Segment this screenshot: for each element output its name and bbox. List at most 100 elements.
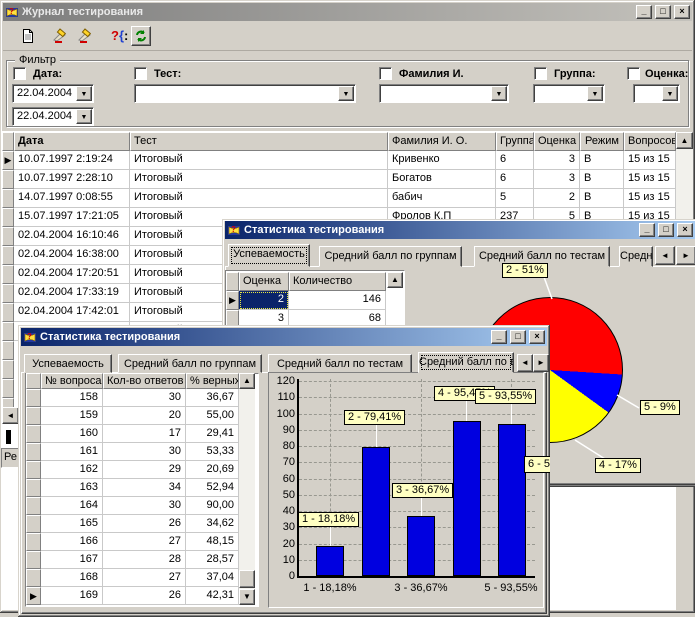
row-header-button[interactable] [2, 303, 14, 322]
questions-cell[interactable]: 161 [41, 443, 103, 461]
row-header-button[interactable] [2, 246, 14, 265]
questions-cell[interactable]: 34 [103, 479, 186, 497]
row-header-button[interactable] [2, 189, 14, 208]
row-header-button[interactable] [2, 322, 14, 341]
questions-cell[interactable]: 52,94 [186, 479, 239, 497]
maximize-button[interactable]: □ [658, 223, 674, 237]
column-header[interactable]: Оценка [534, 132, 580, 151]
journal-cell[interactable]: 15 из 15 [624, 189, 676, 208]
grades-cell[interactable]: 2 [239, 291, 289, 310]
questions-cell[interactable]: 169 [41, 587, 103, 605]
questions-cell[interactable]: 165 [41, 515, 103, 533]
questions-cell[interactable]: 30 [103, 443, 186, 461]
questions-cell[interactable]: 53,33 [186, 443, 239, 461]
questions-cell[interactable]: 164 [41, 497, 103, 515]
tab-uspevaemost[interactable]: Успеваемость [24, 354, 112, 373]
journal-cell[interactable]: 6 [496, 170, 534, 189]
column-header[interactable]: Тест [130, 132, 388, 151]
questions-cell[interactable]: 20,69 [186, 461, 239, 479]
tab-avg-by-group[interactable]: Средний балл по группам [118, 354, 262, 373]
row-header-button[interactable] [26, 515, 41, 533]
grade-combo[interactable]: ▼ [633, 84, 680, 103]
journal-cell[interactable]: Итоговый [130, 189, 388, 208]
journal-cell[interactable]: 02.04.2004 17:33:19 [14, 284, 130, 303]
row-header-button[interactable] [26, 407, 41, 425]
row-header-button[interactable] [26, 389, 41, 407]
questions-cell[interactable]: 168 [41, 569, 103, 587]
journal-cell[interactable]: бабич [388, 189, 496, 208]
row-header-button[interactable] [2, 170, 14, 189]
journal-cell[interactable]: 15 из 15 [624, 151, 676, 170]
questions-cell[interactable]: 20 [103, 407, 186, 425]
journal-cell[interactable]: 6 [496, 151, 534, 170]
journal-cell[interactable]: 02.04.2004 17:42:01 [14, 303, 130, 322]
row-header-button[interactable] [26, 551, 41, 569]
column-header[interactable]: Оценка [239, 272, 289, 291]
questions-cell[interactable]: 159 [41, 407, 103, 425]
scrollbar-thumb[interactable] [239, 570, 255, 588]
close-button[interactable]: × [677, 223, 693, 237]
journal-cell[interactable]: 3 [534, 170, 580, 189]
journal-cell[interactable]: В [580, 151, 624, 170]
row-header-button[interactable] [2, 208, 14, 227]
edit-pencil-icon[interactable] [52, 27, 68, 43]
column-header[interactable]: Режим [580, 132, 624, 151]
tab-uspevaemost[interactable]: Успеваемость [228, 244, 310, 267]
questions-cell[interactable]: 26 [103, 587, 186, 605]
questions-cell[interactable]: 55,00 [186, 407, 239, 425]
journal-cell[interactable]: 14.07.1997 0:08:55 [14, 189, 130, 208]
questions-cell[interactable]: 28 [103, 551, 186, 569]
journal-cell[interactable]: Богатов [388, 170, 496, 189]
journal-cell[interactable]: 02.04.2004 17:20:51 [14, 265, 130, 284]
questions-cell[interactable]: 30 [103, 389, 186, 407]
journal-cell[interactable]: Итоговый [130, 151, 388, 170]
refresh-icon[interactable] [131, 26, 151, 46]
questions-cell[interactable]: 37,04 [186, 569, 239, 587]
questions-cell[interactable]: 17 [103, 425, 186, 443]
questions-cell[interactable]: 166 [41, 533, 103, 551]
questions-cell[interactable]: 160 [41, 425, 103, 443]
chevron-down-icon[interactable]: ▼ [76, 109, 92, 124]
column-header[interactable]: % верных [186, 373, 239, 389]
journal-cell[interactable]: Кривенко [388, 151, 496, 170]
row-header-button[interactable] [26, 497, 41, 515]
scroll-up-icon[interactable]: ▲ [239, 373, 255, 389]
stats1-titlebar[interactable]: ? Статистика тестирования _ □ × [225, 221, 695, 239]
close-button[interactable]: × [674, 5, 690, 19]
tab-scroll-right-icon[interactable]: ► [676, 246, 695, 265]
questions-cell[interactable]: 28,57 [186, 551, 239, 569]
chevron-down-icon[interactable]: ▼ [662, 86, 678, 101]
row-header-button[interactable] [26, 479, 41, 497]
journal-cell[interactable]: В [580, 189, 624, 208]
questions-cell[interactable]: 42,31 [186, 587, 239, 605]
scroll-up-icon[interactable]: ▲ [387, 272, 403, 288]
column-header[interactable]: Кол-во ответов [103, 373, 186, 389]
test-combo[interactable]: ▼ [134, 84, 356, 103]
tab-scroll-right-icon[interactable]: ► [533, 354, 549, 372]
help-insert-icon[interactable]: ?{: [111, 28, 128, 43]
row-header-button[interactable]: ▶ [26, 587, 41, 605]
chevron-down-icon[interactable]: ▼ [587, 86, 603, 101]
surname-checkbox[interactable] [379, 67, 392, 80]
questions-cell[interactable]: 29 [103, 461, 186, 479]
row-header-button[interactable] [26, 569, 41, 587]
row-header-button[interactable] [2, 227, 14, 246]
grades-cell[interactable]: 146 [289, 291, 386, 310]
minimize-button[interactable]: _ [491, 330, 507, 344]
journal-cell[interactable]: В [580, 170, 624, 189]
tab-scroll-left-icon[interactable]: ◄ [655, 246, 675, 265]
row-header-button[interactable] [26, 425, 41, 443]
tab-avg-clipped[interactable]: Средн [619, 246, 653, 267]
journal-cell[interactable]: 02.04.2004 16:10:46 [14, 227, 130, 246]
row-header-button[interactable] [26, 533, 41, 551]
questions-cell[interactable]: 90,00 [186, 497, 239, 515]
journal-cell[interactable]: 15.07.1997 17:21:05 [14, 208, 130, 227]
column-header[interactable]: Группа [496, 132, 534, 151]
column-header[interactable]: Фамилия И. О. [388, 132, 496, 151]
row-header-button[interactable] [26, 461, 41, 479]
row-header-button[interactable] [2, 379, 14, 398]
journal-cell[interactable]: 3 [534, 151, 580, 170]
row-header-button[interactable]: ▶ [226, 291, 239, 310]
date-from-combo[interactable]: 22.04.2004 ▼ [12, 84, 94, 103]
edit-pencil-icon-2[interactable] [77, 27, 93, 43]
